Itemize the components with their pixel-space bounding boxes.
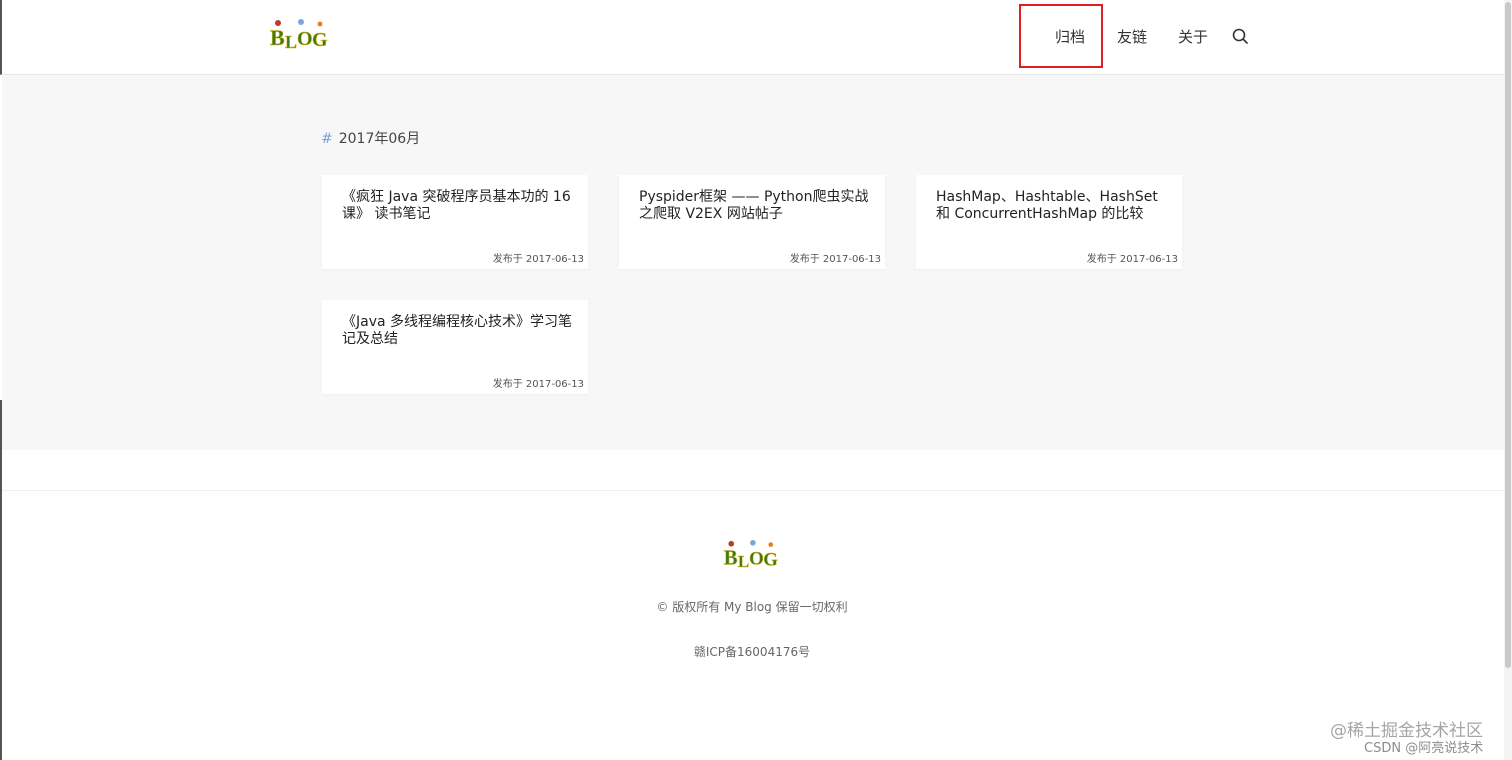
svg-text:B: B xyxy=(724,547,738,569)
nav-friend-links[interactable]: 友链 xyxy=(1117,26,1147,47)
post-title[interactable]: 《疯狂 Java 突破程序员基本功的 16 课》 读书笔记 xyxy=(342,189,574,223)
month-label: 2017年06月 xyxy=(338,131,421,147)
post-date: 发布于 2017-06-13 xyxy=(492,379,584,390)
svg-text:G: G xyxy=(763,549,778,570)
copyright-text: © 版权所有 My Blog 保留一切权利 xyxy=(656,600,848,614)
post-date: 发布于 2017-06-13 xyxy=(1086,254,1178,265)
footer-divider xyxy=(0,490,1512,491)
blog-logo[interactable]: B L O G xyxy=(268,18,330,52)
svg-text:G: G xyxy=(312,29,328,51)
svg-text:O: O xyxy=(749,548,764,569)
scrollbar[interactable] xyxy=(1504,0,1512,760)
svg-text:L: L xyxy=(285,32,297,52)
month-heading: #2017年06月 xyxy=(321,128,420,148)
icp-link[interactable]: 赣ICP备16004176号 xyxy=(0,643,1504,660)
svg-text:B: B xyxy=(270,25,285,50)
scrollbar-thumb[interactable] xyxy=(1505,2,1511,668)
post-date: 发布于 2017-06-13 xyxy=(789,254,881,265)
post-card[interactable]: 《疯狂 Java 突破程序员基本功的 16 课》 读书笔记 发布于 2017-0… xyxy=(322,175,588,269)
post-title[interactable]: Pyspider框架 —— Python爬虫实战之爬取 V2EX 网站帖子 xyxy=(639,189,871,223)
post-title[interactable]: HashMap、Hashtable、HashSet 和 ConcurrentHa… xyxy=(936,189,1168,223)
post-date: 发布于 2017-06-13 xyxy=(492,254,584,265)
footer-logo: B L O G xyxy=(723,539,779,571)
nav-about[interactable]: 关于 xyxy=(1178,26,1208,47)
watermark-csdn: CSDN @阿亮说技术 xyxy=(1364,741,1484,756)
site-header: B L O G 归档 友链 关于 xyxy=(0,0,1512,75)
search-icon[interactable] xyxy=(1231,27,1249,45)
window-edge xyxy=(0,400,2,760)
post-card[interactable]: Pyspider框架 —— Python爬虫实战之爬取 V2EX 网站帖子 发布… xyxy=(619,175,885,269)
post-title[interactable]: 《Java 多线程编程核心技术》学习笔记及总结 xyxy=(342,314,574,348)
post-card[interactable]: HashMap、Hashtable、HashSet 和 ConcurrentHa… xyxy=(916,175,1182,269)
svg-text:O: O xyxy=(297,28,313,50)
svg-text:L: L xyxy=(738,552,749,571)
hash-mark: # xyxy=(321,131,333,147)
post-card[interactable]: 《Java 多线程编程核心技术》学习笔记及总结 发布于 2017-06-13 xyxy=(322,300,588,394)
nav-archive[interactable]: 归档 xyxy=(1055,26,1085,47)
